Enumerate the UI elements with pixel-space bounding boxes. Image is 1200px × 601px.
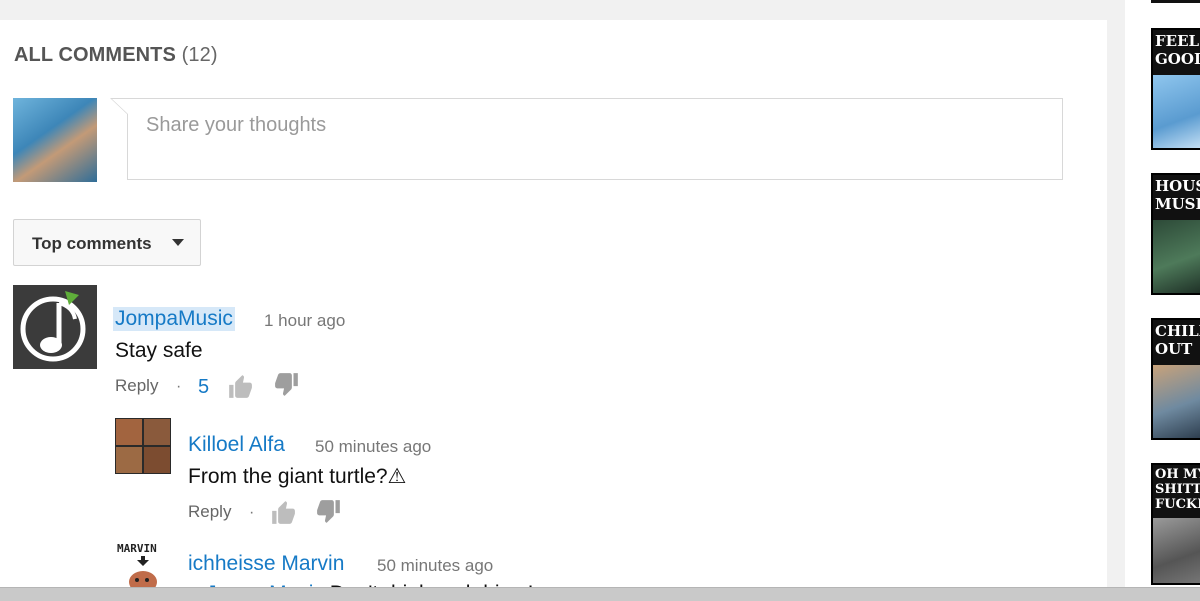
share-thoughts-placeholder: Share your thoughts (146, 114, 327, 136)
comments-header: ALL COMMENTS (12) (14, 44, 218, 67)
comment-author[interactable]: JompaMusic (113, 307, 235, 331)
commenter-avatar[interactable] (115, 418, 171, 474)
thumbnail-image (1153, 219, 1200, 293)
thumbs-up-icon[interactable] (227, 374, 253, 400)
thumbnail-image (1153, 74, 1200, 148)
comments-header-label: ALL COMMENTS (14, 44, 176, 66)
comment-author[interactable]: ichheisse Marvin (188, 552, 344, 576)
commenter-avatar[interactable] (13, 285, 97, 369)
related-video-thumbnail[interactable]: OH MY SHITTI FUCKK (1151, 463, 1200, 585)
comment-time[interactable]: 50 minutes ago (315, 437, 431, 457)
separator-dot: · (249, 504, 255, 521)
share-thoughts-input[interactable]: Share your thoughts (110, 98, 1063, 180)
related-video-thumbnail[interactable]: FEEL GOOD (1151, 28, 1200, 150)
current-user-avatar[interactable] (13, 98, 97, 182)
thumbs-up-icon[interactable] (270, 500, 296, 526)
thumbnail-title: CHILL OUT (1155, 322, 1200, 358)
comment-text: Stay safe (115, 339, 203, 362)
comments-panel: ALL COMMENTS (12) Share your thoughts To… (0, 20, 1107, 600)
thumbnail-title: HOUS MUSI (1155, 177, 1200, 213)
comment-time[interactable]: 50 minutes ago (377, 556, 493, 576)
thumbnail-image (1153, 364, 1200, 438)
reply-button[interactable]: Reply (115, 376, 158, 396)
thumbnail-title: FEEL GOOD (1155, 32, 1200, 68)
caret-down-icon (172, 239, 184, 246)
thumbnail-image (1153, 518, 1200, 583)
music-note-icon (13, 285, 97, 369)
thumbnail-title: OH MY SHITTI FUCKK (1155, 467, 1200, 512)
reply-button[interactable]: Reply (188, 502, 231, 522)
comments-count: (12) (181, 44, 218, 66)
horizontal-scrollbar[interactable] (0, 587, 1200, 601)
comment-item: JompaMusic 1 hour ago Stay safe Reply · … (13, 285, 1063, 398)
comment-time[interactable]: 1 hour ago (264, 311, 345, 331)
reply-comment-item: Killoel Alfa 50 minutes ago From the gia… (115, 418, 1065, 524)
related-videos-sidebar: FEEL GOOD HOUS MUSI CHILL OUT OH MY SHIT… (1125, 0, 1200, 600)
separator-dot: · (176, 378, 182, 395)
sort-comments-dropdown[interactable]: Top comments (13, 219, 201, 266)
related-video-thumbnail[interactable]: CHILL OUT (1151, 318, 1200, 440)
thumbs-down-icon[interactable] (316, 498, 342, 524)
related-video-thumbnail[interactable]: HOUS MUSI (1151, 173, 1200, 295)
meme-avatar-icon (115, 418, 171, 474)
comment-author[interactable]: Killoel Alfa (188, 433, 285, 457)
sort-comments-label: Top comments (32, 234, 152, 253)
comment-text: From the giant turtle?⚠ (188, 465, 407, 488)
thumbnail-edge (1151, 0, 1200, 3)
like-count: 5 (198, 376, 210, 398)
thumbs-down-icon[interactable] (274, 371, 300, 397)
